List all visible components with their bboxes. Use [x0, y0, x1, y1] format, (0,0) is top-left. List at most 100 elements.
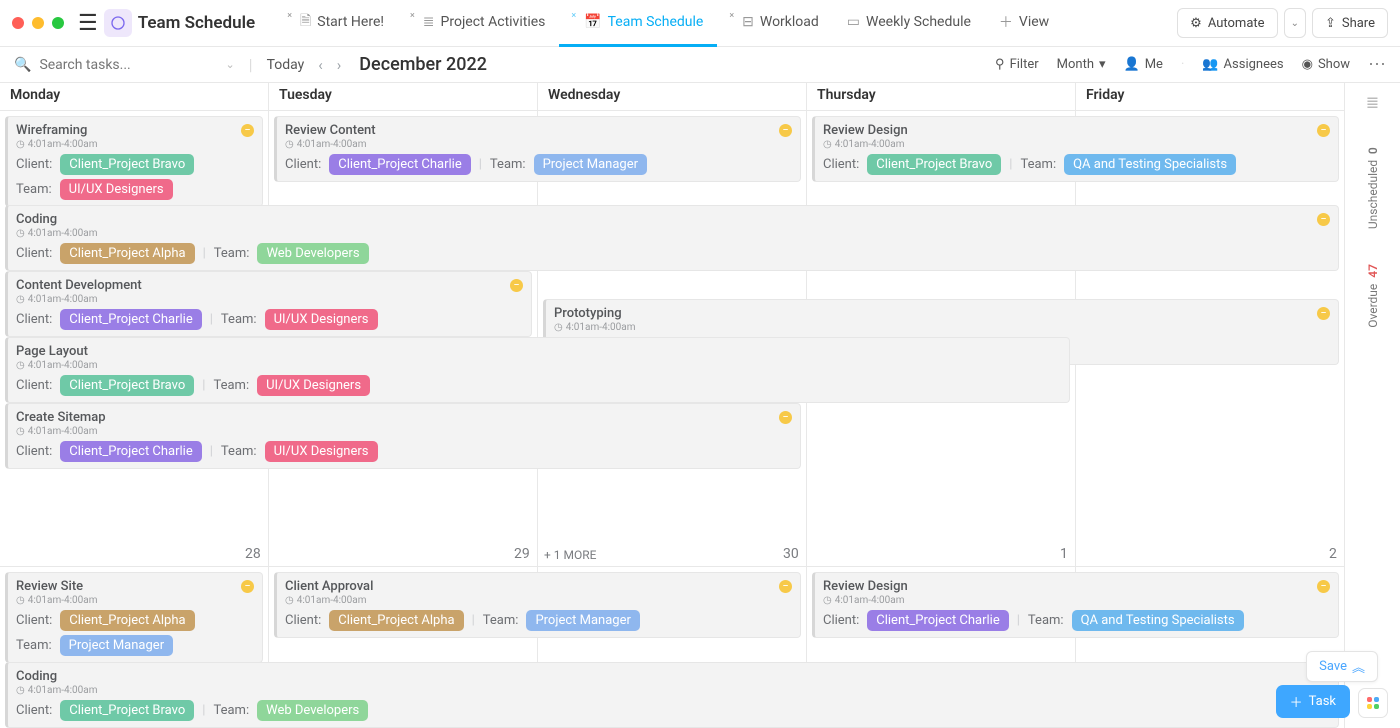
- rail-label: Unscheduled: [1366, 160, 1380, 229]
- team-label: Team:: [1020, 157, 1056, 172]
- task-card-review-site[interactable]: Review Site– ◷4:01am-4:00am Client:Clien…: [5, 572, 263, 663]
- book-icon: ▭: [847, 14, 860, 30]
- task-title: Review Content: [285, 123, 376, 138]
- task-time: 4:01am-4:00am: [28, 139, 98, 150]
- task-card-page-layout[interactable]: Page Layout ◷4:01am-4:00am Client:Client…: [5, 337, 1070, 403]
- task-time: 4:01am-4:00am: [28, 595, 98, 606]
- menu-icon[interactable]: ☰: [78, 11, 98, 36]
- calendar-main: Monday Tuesday Wednesday Thursday Friday…: [0, 83, 1345, 728]
- client-pill: Client_Project Bravo: [60, 700, 194, 721]
- save-button[interactable]: Save︽: [1306, 651, 1378, 682]
- eye-icon: ◉: [1302, 57, 1313, 72]
- window-controls: [12, 17, 64, 29]
- day-number: 28: [245, 546, 261, 562]
- chevron-down-icon[interactable]: ⌄: [225, 58, 234, 71]
- week-row: Review Site– ◷4:01am-4:00am Client:Clien…: [0, 567, 1344, 728]
- tab-workload[interactable]: ×⊟Workload: [717, 0, 832, 47]
- prev-month-button[interactable]: ‹: [318, 56, 323, 74]
- team-pill: Project Manager: [526, 610, 639, 631]
- task-time: 4:01am-4:00am: [835, 595, 905, 606]
- more-options-button[interactable]: ⋯: [1368, 54, 1386, 75]
- task-card-review-content[interactable]: Review Content– ◷4:01am-4:00am Client:Cl…: [274, 116, 801, 182]
- tab-team-schedule[interactable]: ×📅Team Schedule: [559, 0, 717, 47]
- team-pill: UI/UX Designers: [265, 309, 378, 330]
- task-time: 4:01am-4:00am: [835, 139, 905, 150]
- bolt-icon: ⚙: [1190, 16, 1202, 31]
- task-card-content-dev[interactable]: Content Development– ◷4:01am-4:00am Clie…: [5, 271, 532, 337]
- clock-icon: ◷: [285, 595, 294, 606]
- task-card-review-design[interactable]: Review Design– ◷4:01am-4:00am Client:Cli…: [812, 572, 1339, 638]
- day-header: Monday: [0, 83, 269, 110]
- month-picker[interactable]: Month▾: [1057, 57, 1106, 72]
- task-title: Review Design: [823, 123, 908, 138]
- task-card-review-design[interactable]: Review Design– ◷4:01am-4:00am Client:Cli…: [812, 116, 1339, 182]
- right-rail: ≣ Unscheduled 0 Overdue 47: [1345, 83, 1400, 728]
- team-pill: Project Manager: [60, 635, 173, 656]
- tab-weekly-schedule[interactable]: ▭Weekly Schedule: [833, 0, 985, 47]
- team-label: Team:: [214, 246, 250, 261]
- task-card-create-sitemap[interactable]: Create Sitemap– ◷4:01am-4:00am Client:Cl…: [5, 403, 801, 469]
- plus-icon: ＋: [999, 12, 1013, 32]
- apps-button[interactable]: [1358, 688, 1388, 718]
- me-filter[interactable]: 👤Me: [1124, 57, 1163, 72]
- tab-start-here[interactable]: ×🗎Start Here!: [275, 0, 398, 47]
- tab-project-activities[interactable]: ×≣Project Activities: [398, 0, 559, 47]
- client-pill: Client_Project Charlie: [60, 441, 201, 462]
- tab-add-view[interactable]: ＋View: [985, 0, 1063, 47]
- client-label: Client:: [823, 157, 859, 172]
- client-label: Client:: [285, 157, 321, 172]
- day-header: Wednesday: [538, 83, 807, 110]
- team-label: Team:: [16, 182, 52, 197]
- show-menu[interactable]: ◉Show: [1302, 57, 1350, 72]
- client-pill: Client_Project Alpha: [329, 610, 463, 631]
- client-pill: Client_Project Bravo: [60, 375, 194, 396]
- share-button[interactable]: ⇪Share: [1312, 8, 1388, 38]
- task-title: Create Sitemap: [16, 410, 106, 425]
- task-time: 4:01am-4:00am: [28, 360, 98, 371]
- clock-icon: ◷: [16, 360, 25, 371]
- assignees-filter[interactable]: 👥Assignees: [1202, 57, 1283, 72]
- clock-icon: ◷: [16, 139, 25, 150]
- clock-icon: ◷: [16, 228, 25, 239]
- day-header: Friday: [1076, 83, 1344, 110]
- team-pill: Web Developers: [257, 243, 368, 264]
- apps-grid-icon: [1367, 697, 1379, 709]
- search-input[interactable]: [39, 57, 217, 73]
- minimize-window-icon[interactable]: [32, 17, 44, 29]
- person-icon: 👤: [1124, 57, 1140, 72]
- maximize-window-icon[interactable]: [52, 17, 64, 29]
- task-title: Content Development: [16, 278, 142, 293]
- task-time: 4:01am-4:00am: [28, 426, 98, 437]
- people-icon: 👥: [1202, 57, 1218, 72]
- close-window-icon[interactable]: [12, 17, 24, 29]
- today-button[interactable]: Today: [267, 57, 305, 73]
- status-icon: –: [779, 124, 792, 137]
- task-card-coding[interactable]: Coding ◷4:01am-4:00am Client:Client_Proj…: [5, 662, 1339, 728]
- client-label: Client:: [16, 444, 52, 459]
- new-task-button[interactable]: ＋Task: [1276, 685, 1350, 718]
- space-icon[interactable]: [104, 9, 132, 37]
- more-tasks-link[interactable]: + 1 MORE: [544, 548, 596, 562]
- unscheduled-panel-toggle[interactable]: Unscheduled 0: [1366, 147, 1380, 229]
- automate-dropdown[interactable]: ⌄: [1284, 8, 1306, 38]
- task-card-wireframing[interactable]: Wireframing– ◷4:01am-4:00am Client:Clien…: [5, 116, 263, 207]
- day-number: 29: [514, 546, 530, 562]
- task-card-client-approval[interactable]: Client Approval– ◷4:01am-4:00am Client:C…: [274, 572, 801, 638]
- task-card-coding[interactable]: Coding– ◷4:01am-4:00am Client:Client_Pro…: [5, 205, 1339, 271]
- clock-icon: ◷: [285, 139, 294, 150]
- share-icon: ⇪: [1325, 16, 1336, 31]
- overdue-panel-toggle[interactable]: Overdue 47: [1366, 264, 1380, 328]
- task-label: Task: [1309, 694, 1336, 709]
- calendar-body: Wireframing– ◷4:01am-4:00am Client:Clien…: [0, 111, 1344, 728]
- list-icon[interactable]: ≣: [1366, 93, 1379, 112]
- client-label: Client:: [16, 613, 52, 628]
- filter-button[interactable]: ⚲Filter: [995, 57, 1039, 72]
- current-month-label: December 2022: [359, 54, 487, 75]
- task-time: 4:01am-4:00am: [297, 139, 367, 150]
- automate-button[interactable]: ⚙Automate: [1177, 8, 1277, 38]
- week-row: Wireframing– ◷4:01am-4:00am Client:Clien…: [0, 111, 1344, 567]
- task-search[interactable]: 🔍 ⌄: [14, 57, 235, 73]
- calendar: Monday Tuesday Wednesday Thursday Friday…: [0, 83, 1400, 728]
- right-controls: ⚲Filter Month▾ 👤Me · 👥Assignees ◉Show ⋯: [995, 54, 1386, 75]
- next-month-button[interactable]: ›: [337, 56, 342, 74]
